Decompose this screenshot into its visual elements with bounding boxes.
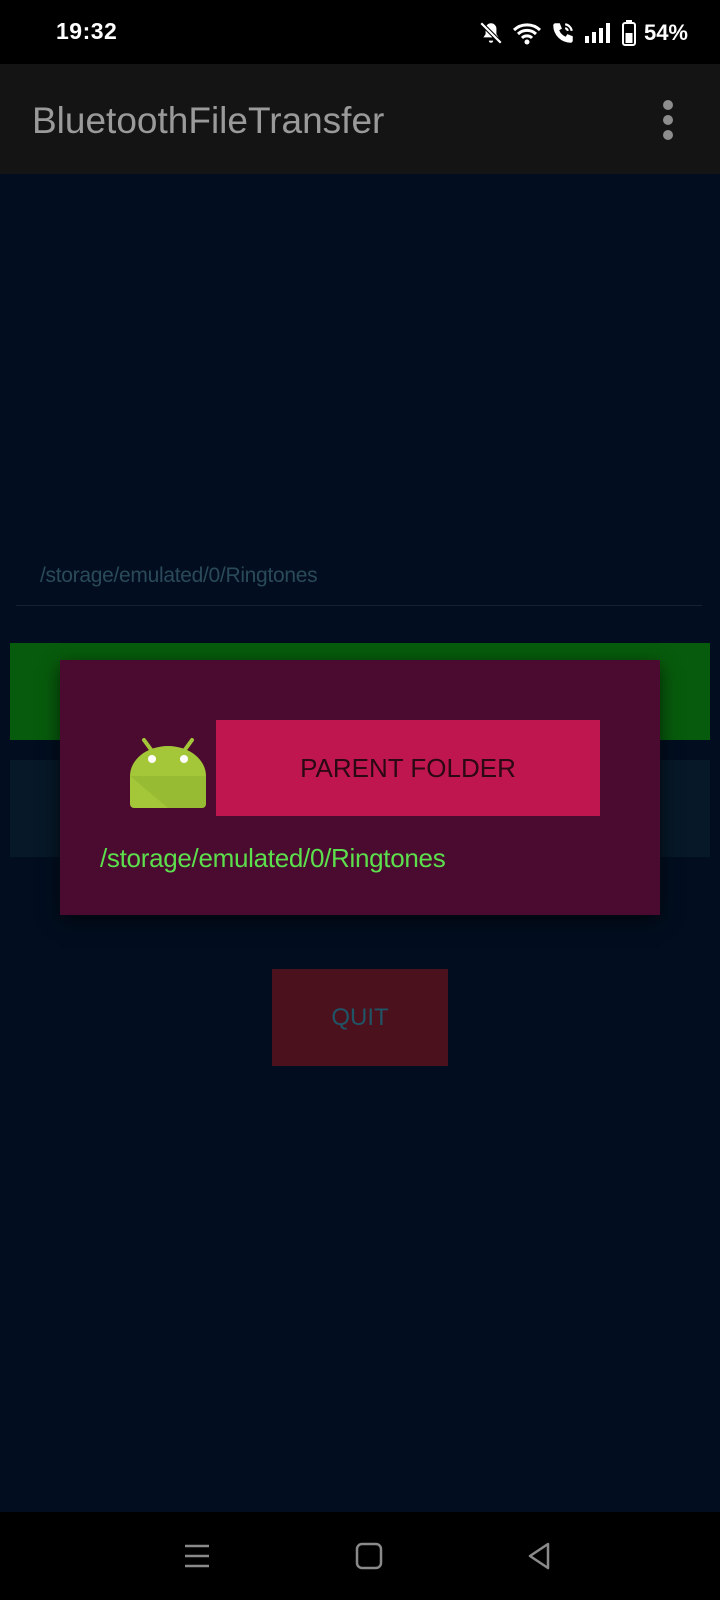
screen: 19:32 54% BluetoothFileTransfer /storage… [0,0,720,1600]
dialog-current-path: /storage/emulated/0/Ringtones [100,843,446,873]
app-title: BluetoothFileTransfer [32,100,385,141]
wifi-icon [512,23,541,45]
status-time: 19:32 [56,18,118,44]
battery-icon [621,20,636,46]
back-icon[interactable] [524,1540,556,1572]
status-icons: 54% [478,18,688,48]
path-field[interactable]: /storage/emulated/0/Ringtones [16,548,702,606]
battery-percent: 54% [643,20,688,45]
android-icon [130,738,206,808]
mute-bell-icon [479,21,503,45]
signal-icon [584,23,610,43]
nav-bar [0,1512,720,1600]
recent-apps-icon[interactable] [181,1540,213,1572]
wifi-call-icon [553,23,573,43]
status-bar: 19:32 54% [0,0,720,64]
folder-dialog: PARENT FOLDER /storage/emulated/0/Ringto… [60,660,660,915]
overflow-menu-icon[interactable] [656,100,680,140]
home-icon[interactable] [353,1540,385,1572]
parent-folder-button[interactable]: PARENT FOLDER [216,720,600,816]
app-bar: BluetoothFileTransfer [0,64,720,174]
path-field-value: /storage/emulated/0/Ringtones [40,564,318,587]
quit-button[interactable]: QUIT [272,969,448,1066]
